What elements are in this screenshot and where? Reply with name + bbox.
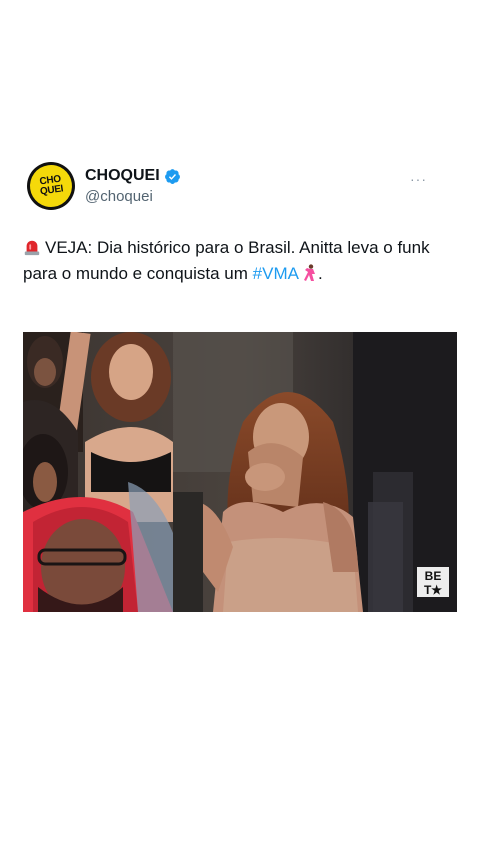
avatar-logo-bottom: QUEI [39,183,64,198]
bet-logo-bottom: T★ [424,583,442,597]
hashtag-link[interactable]: #VMA [253,264,299,283]
author-names: CHOQUEI @choquei [85,167,181,205]
bet-logo-top: BE [425,569,442,583]
tweet-video[interactable]: BE T★ [23,332,457,612]
verified-icon [164,168,180,184]
display-name[interactable]: CHOQUEI [85,167,160,185]
more-icon[interactable]: ··· [410,171,427,187]
tweet-text-body: VEJA: Dia histórico para o Brasil. Anitt… [23,238,430,283]
name-row: CHOQUEI [85,167,181,185]
tweet-header: CHO QUEI CHOQUEI @choquei ··· [23,157,457,215]
handle[interactable]: @choquei [85,188,181,205]
dancer-icon [303,264,315,281]
siren-icon [24,240,40,256]
tweet-text: VEJA: Dia histórico para o Brasil. Anitt… [23,235,433,287]
avatar[interactable]: CHO QUEI [27,162,75,210]
video-frame [23,332,457,612]
tweet-screenshot: CHO QUEI CHOQUEI @choquei ··· VEJA: Dia … [0,0,480,854]
tweet-card[interactable]: CHO QUEI CHOQUEI @choquei ··· VEJA: Dia … [23,157,457,287]
tweet-text-suffix: . [317,264,323,283]
bet-logo: BE T★ [417,567,449,597]
avatar-logo: CHO QUEI [27,162,75,210]
